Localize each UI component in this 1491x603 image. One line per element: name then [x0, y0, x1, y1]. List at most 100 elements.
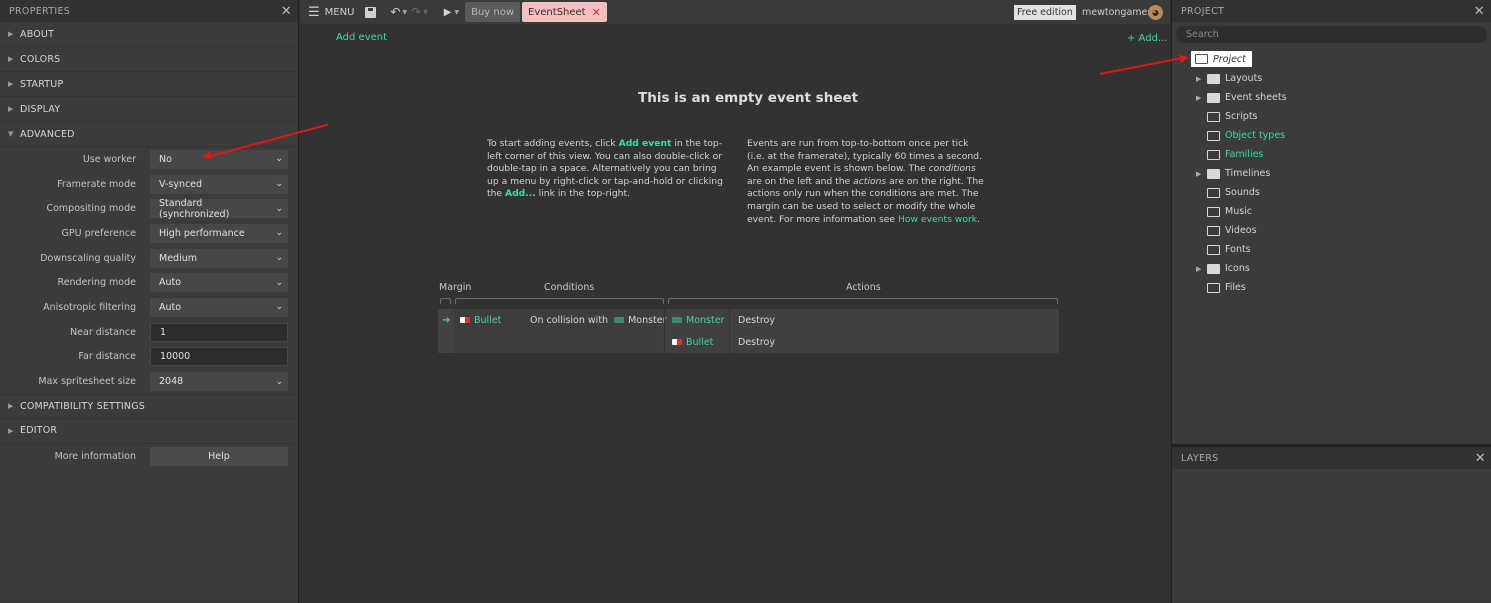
prop-row-downscaling-quality: Downscaling quality Medium ⌄ — [0, 246, 298, 271]
compositing-mode-select[interactable]: Standard (synchronized) ⌄ — [150, 198, 288, 220]
add-link[interactable]: + Add... — [1127, 33, 1167, 44]
folder-icon — [1207, 263, 1220, 274]
section-display[interactable]: ▶ DISPLAY — [0, 97, 298, 122]
bullet-icon — [460, 317, 470, 323]
near-distance-input[interactable]: 1 — [150, 322, 288, 342]
close-icon[interactable]: ✕ — [281, 5, 292, 18]
action-object[interactable]: Monster — [672, 309, 724, 331]
far-distance-input[interactable]: 10000 — [150, 347, 288, 367]
event-sheet-view: ☰ MENU ↶ ▼ ↷ ▼ ▶ ▼ Buy now EventSheet ✕ F… — [300, 0, 1170, 603]
action-text[interactable]: Destroy — [738, 331, 775, 353]
monster-icon — [672, 317, 682, 323]
tab-buy-now[interactable]: Buy now — [465, 2, 521, 22]
folder-icon — [1207, 168, 1220, 179]
prop-row-near-distance: Near distance 1 — [0, 320, 298, 345]
close-icon[interactable]: ✕ — [1474, 5, 1485, 18]
tree-item[interactable]: Object types — [1196, 126, 1285, 145]
add-event-inline-link[interactable]: Add event — [619, 138, 672, 149]
search-input[interactable]: Search — [1176, 26, 1487, 43]
folder-icon — [1207, 244, 1220, 255]
tree-item[interactable]: ▶ Icons — [1196, 259, 1250, 278]
framerate-mode-select[interactable]: V-synced ⌄ — [150, 174, 288, 194]
section-startup[interactable]: ▶ STARTUP — [0, 72, 298, 97]
section-colors[interactable]: ▶ COLORS — [0, 47, 298, 72]
chevron-down-icon: ⌄ — [275, 376, 283, 387]
layers-panel: LAYERS ✕ — [1172, 444, 1491, 603]
section-about[interactable]: ▶ ABOUT — [0, 22, 298, 47]
close-icon[interactable]: ✕ — [1475, 452, 1486, 465]
play-icon[interactable]: ▶ — [444, 7, 452, 18]
chevron-down-icon[interactable]: ▼ — [423, 9, 428, 16]
close-icon[interactable]: ✕ — [592, 6, 601, 19]
example-event[interactable]: ➔ Bullet On collision with Monster Monste… — [438, 309, 1059, 353]
tree-item[interactable]: Videos — [1196, 221, 1257, 240]
prop-row-far-distance: Far distance 10000 — [0, 345, 298, 370]
chevron-down-icon: ⌄ — [275, 253, 283, 264]
help-button[interactable]: Help — [150, 446, 288, 466]
avatar[interactable]: ◕ — [1148, 5, 1163, 20]
conditions-bracket — [455, 298, 664, 304]
triangle-right-icon[interactable]: ▶ — [1196, 170, 1207, 178]
prop-row-more-information: More information Help — [0, 444, 298, 469]
action-object[interactable]: Bullet — [672, 331, 713, 353]
chevron-down-icon: ⌄ — [275, 228, 283, 239]
menu-button[interactable]: ☰ MENU — [308, 5, 354, 20]
how-events-work-link[interactable]: How events work — [898, 214, 977, 225]
chevron-down-icon[interactable]: ▼ — [454, 9, 459, 16]
folder-icon — [1207, 282, 1220, 293]
prop-row-anisotropic-filtering: Anisotropic filtering Auto ⌄ — [0, 295, 298, 320]
downscaling-quality-select[interactable]: Medium ⌄ — [150, 248, 288, 268]
redo-icon[interactable]: ↷ — [411, 5, 421, 19]
tree-item[interactable]: ▶ Timelines — [1196, 164, 1270, 183]
empty-sheet-title: This is an empty event sheet — [638, 90, 859, 106]
section-editor[interactable]: ▶ EDITOR — [0, 419, 298, 444]
triangle-right-icon[interactable]: ▶ — [1196, 75, 1207, 83]
free-edition-badge[interactable]: Free edition — [1014, 5, 1076, 20]
section-compatibility[interactable]: ▶ COMPATIBILITY SETTINGS — [0, 393, 298, 419]
add-event-link[interactable]: Add event — [336, 32, 387, 43]
anisotropic-filtering-select[interactable]: Auto ⌄ — [150, 297, 288, 317]
action-text[interactable]: Destroy — [738, 309, 775, 331]
actions-header: Actions — [846, 282, 881, 293]
prop-row-max-spritesheet-size: Max spritesheet size 2048 ⌄ — [0, 369, 298, 394]
tree-item[interactable]: Fonts — [1196, 240, 1251, 259]
gpu-preference-select[interactable]: High performance ⌄ — [150, 223, 288, 243]
chevron-down-icon[interactable]: ▼ — [402, 9, 407, 16]
folder-icon — [1207, 92, 1220, 103]
rendering-mode-select[interactable]: Auto ⌄ — [150, 273, 288, 293]
condition-text[interactable]: On collision with Monster — [530, 309, 667, 331]
project-root[interactable]: Project — [1191, 51, 1252, 67]
properties-title: PROPERTIES — [9, 5, 71, 17]
chevron-down-icon: ⌄ — [275, 154, 283, 165]
undo-icon[interactable]: ↶ — [390, 5, 400, 19]
triangle-right-icon: ▶ — [8, 105, 14, 113]
chevron-down-icon: ⌄ — [275, 203, 283, 214]
save-icon[interactable] — [365, 6, 377, 18]
chevron-down-icon: ⌄ — [275, 179, 283, 190]
tree-item[interactable]: Sounds — [1196, 183, 1260, 202]
chevron-down-icon: ⌄ — [275, 277, 283, 288]
tree-item[interactable]: Music — [1196, 202, 1252, 221]
prop-row-rendering-mode: Rendering mode Auto ⌄ — [0, 270, 298, 295]
max-spritesheet-size-select[interactable]: 2048 ⌄ — [150, 372, 288, 392]
annotation-arrowhead — [1179, 53, 1190, 63]
instructions-paragraph: To start adding events, click Add event … — [487, 138, 723, 200]
triangle-right-icon[interactable]: ▶ — [1196, 265, 1207, 273]
tree-item[interactable]: Files — [1196, 278, 1246, 297]
folder-icon — [1195, 54, 1208, 64]
tree-item[interactable]: Families — [1196, 145, 1263, 164]
tab-eventsheet[interactable]: EventSheet ✕ — [522, 2, 607, 22]
tree-item[interactable]: ▶ Layouts — [1196, 69, 1262, 88]
add-inline-link[interactable]: Add... — [505, 188, 536, 199]
triangle-right-icon[interactable]: ▶ — [1196, 94, 1207, 102]
folder-icon — [1207, 130, 1220, 141]
main-toolbar: ☰ MENU ↶ ▼ ↷ ▼ ▶ ▼ Buy now EventSheet ✕ F… — [300, 0, 1170, 24]
tree-item[interactable]: ▶ Event sheets — [1196, 88, 1287, 107]
layers-title: LAYERS — [1181, 452, 1219, 464]
username[interactable]: mewtongames — [1082, 7, 1152, 18]
triangle-right-icon: ▶ — [8, 55, 14, 63]
tree-item[interactable]: Scripts — [1196, 107, 1258, 126]
triangle-right-icon: ▶ — [8, 402, 14, 411]
condition-object[interactable]: Bullet — [460, 309, 501, 331]
project-title: PROJECT — [1181, 5, 1225, 17]
